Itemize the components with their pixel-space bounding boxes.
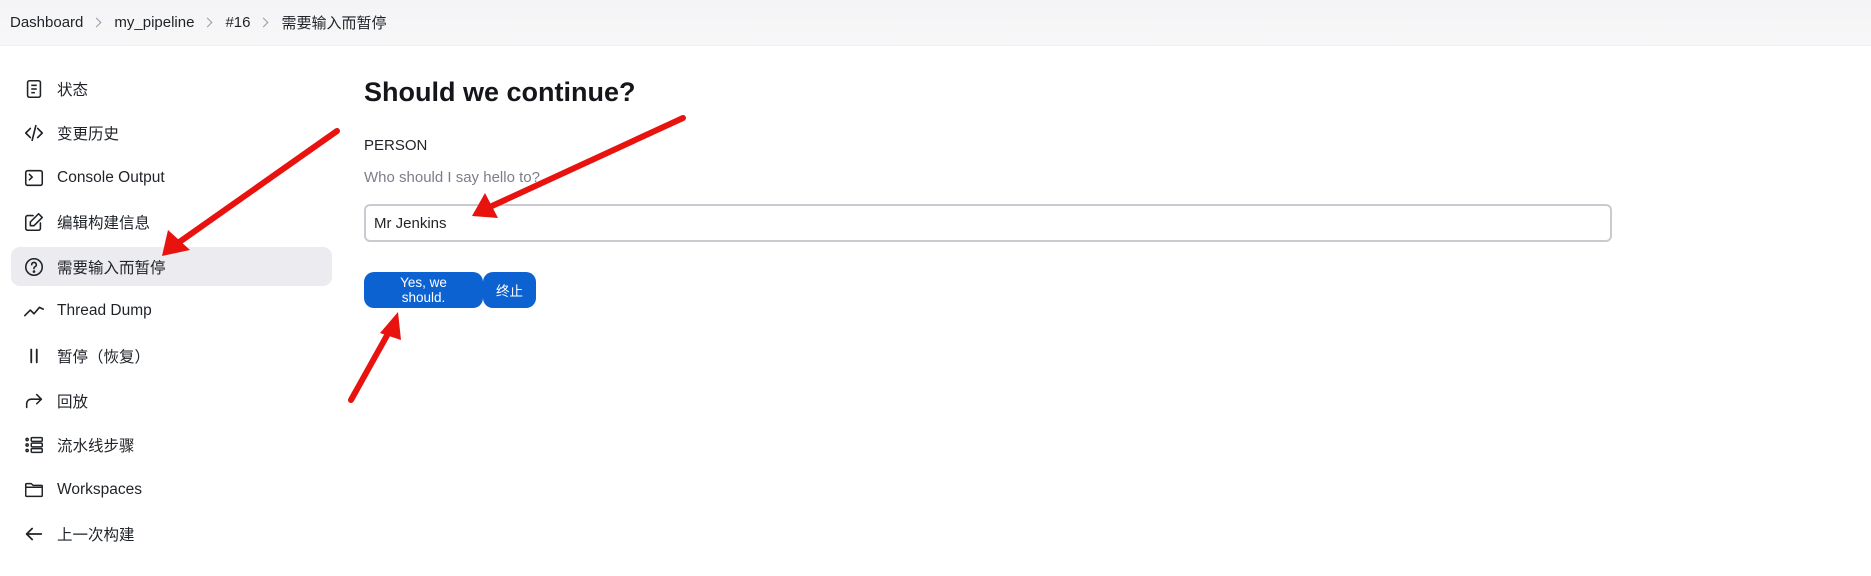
document-icon (23, 78, 45, 100)
annotation-arrow-button (348, 312, 401, 403)
parameter-description: Who should I say hello to? (364, 169, 540, 186)
sidebar-item-label: 暂停（恢复） (57, 349, 151, 367)
proceed-button[interactable]: Yes, we should. (364, 272, 483, 308)
sidebar-item-previous-build[interactable]: 上一次构建 (11, 515, 332, 554)
annotation-arrow-input (472, 115, 686, 218)
terminal-icon (23, 167, 45, 189)
sidebar-item-label: 流水线步骤 (57, 438, 135, 456)
sidebar-item-label: Console Output (57, 168, 165, 186)
question-circle-icon (23, 256, 45, 278)
sidebar: 状态 变更历史 Console Output 编辑构建信息 需要输入而暂停 Th… (11, 69, 332, 560)
sidebar-item-workspaces[interactable]: Workspaces (11, 470, 332, 509)
edit-icon (23, 211, 45, 233)
list-steps-icon (23, 434, 45, 456)
sidebar-item-label: Thread Dump (57, 302, 152, 320)
sidebar-item-pipeline-steps[interactable]: 流水线步骤 (11, 426, 332, 465)
sidebar-item-label: 变更历史 (57, 126, 120, 144)
sidebar-item-console-output[interactable]: Console Output (11, 158, 332, 197)
sidebar-item-label: 回放 (57, 393, 89, 411)
sidebar-item-replay[interactable]: 回放 (11, 381, 332, 420)
trend-line-icon (23, 300, 45, 322)
sidebar-item-changes[interactable]: 变更历史 (11, 114, 332, 153)
sidebar-item-label: 上一次构建 (57, 527, 135, 545)
pause-icon (23, 345, 45, 367)
sidebar-item-paused-for-input[interactable]: 需要输入而暂停 (11, 247, 332, 287)
form-buttons: Yes, we should. 终止 (364, 272, 536, 308)
code-icon (23, 122, 45, 144)
abort-button[interactable]: 终止 (483, 272, 536, 308)
breadcrumb-current[interactable]: 需要输入而暂停 (281, 12, 386, 33)
chevron-right-icon (202, 17, 213, 28)
sidebar-item-status[interactable]: 状态 (11, 69, 332, 108)
breadcrumb-build[interactable]: #16 (225, 14, 250, 31)
breadcrumb-dashboard[interactable]: Dashboard (10, 14, 83, 31)
arrow-left-icon (23, 523, 45, 545)
chevron-right-icon (91, 17, 102, 28)
breadcrumb-pipeline[interactable]: my_pipeline (114, 14, 194, 31)
sidebar-item-label: 状态 (57, 81, 89, 99)
sidebar-item-label: 需要输入而暂停 (57, 259, 166, 277)
sidebar-item-edit-build-info[interactable]: 编辑构建信息 (11, 203, 332, 242)
sidebar-item-thread-dump[interactable]: Thread Dump (11, 292, 332, 331)
replay-arrow-icon (23, 390, 45, 412)
person-input[interactable] (364, 204, 1612, 242)
sidebar-item-label: Workspaces (57, 480, 142, 498)
input-form: Should we continue? PERSON Who should I … (364, 70, 1614, 308)
breadcrumb: Dashboard my_pipeline #16 需要输入而暂停 (0, 0, 1871, 46)
sidebar-item-label: 编辑构建信息 (57, 215, 151, 233)
sidebar-item-pause-resume[interactable]: 暂停（恢复） (11, 337, 332, 376)
parameter-name: PERSON (364, 137, 428, 154)
chevron-right-icon (259, 17, 269, 28)
page-title: Should we continue? (364, 77, 636, 107)
folder-icon (23, 479, 45, 501)
